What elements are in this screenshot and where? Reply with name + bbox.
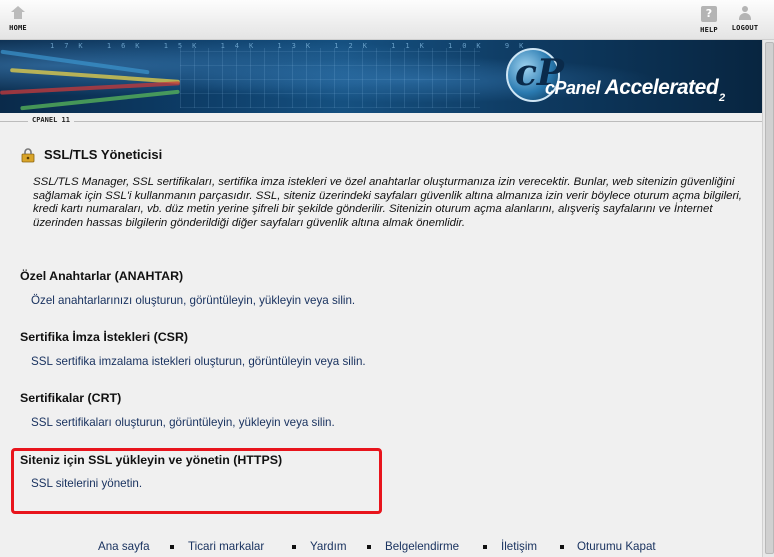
page-title: SSL/TLS Yöneticisi [44, 147, 163, 162]
section-title-private-keys: Özel Anahtarlar (ANAHTAR) [20, 269, 184, 283]
help-label: HELP [700, 26, 718, 34]
cpanel-banner: 17K 16K 15K 14K 13K 12K 11K 10K 9K cP cP… [0, 40, 762, 113]
help-icon: ? [701, 6, 717, 22]
cable-decoration [20, 89, 180, 111]
footer-link-home[interactable]: Ana sayfa [98, 540, 150, 553]
cable-decoration [10, 68, 180, 84]
page-description: SSL/TLS Manager, SSL sertifikaları, sert… [33, 176, 742, 229]
cpanel-logo-version: 2 [719, 92, 726, 104]
cpanel-logo-text: cPanel Accelerated [545, 76, 719, 99]
main-content: SSL/TLS Yöneticisi SSL/TLS Manager, SSL … [0, 128, 762, 538]
section-title-certificates: Sertifikalar (CRT) [20, 391, 122, 405]
version-label: CPANEL 11 [28, 116, 74, 124]
home-label: HOME [9, 24, 27, 32]
home-button[interactable]: HOME [6, 6, 30, 32]
footer-link-documentation[interactable]: Belgelendirme [385, 540, 459, 553]
certificates-link[interactable]: SSL sertifikaları oluşturun, görüntüleyi… [31, 416, 335, 429]
footer-separator [292, 545, 296, 549]
scrollbar-thumb[interactable] [765, 42, 774, 554]
user-icon [738, 6, 752, 20]
version-bar: CPANEL 11 [0, 114, 762, 128]
footer-link-help[interactable]: Yardım [310, 540, 347, 553]
footer-separator [367, 545, 371, 549]
footer-separator [483, 545, 487, 549]
home-icon [11, 6, 25, 20]
section-title-install-ssl: Siteniz için SSL yükleyin ve yönetin (HT… [20, 453, 283, 467]
footer-separator [560, 545, 564, 549]
manage-ssl-sites-link[interactable]: SSL sitelerini yönetin. [31, 477, 142, 490]
logout-button[interactable]: LOGOUT [729, 6, 761, 32]
banner-ticker: 17K 16K 15K 14K 13K 12K 11K 10K 9K [50, 42, 534, 50]
footer-separator [170, 545, 174, 549]
footer-link-logout[interactable]: Oturumu Kapat [577, 540, 656, 553]
footer-nav: Ana sayfa Ticari markalar Yardım Belgele… [0, 538, 762, 557]
top-toolbar: HOME ? HELP LOGOUT [0, 0, 774, 40]
private-keys-link[interactable]: Özel anahtarlarınızı oluşturun, görüntül… [31, 294, 355, 307]
logout-label: LOGOUT [731, 24, 759, 32]
footer-link-trademarks[interactable]: Ticari markalar [188, 540, 264, 553]
section-title-csr: Sertifika İmza İstekleri (CSR) [20, 330, 189, 344]
vertical-scrollbar[interactable] [762, 40, 774, 557]
ssl-lock-icon [21, 148, 35, 163]
help-button[interactable]: ? HELP [699, 6, 719, 34]
csr-link[interactable]: SSL sertifika imzalama istekleri oluştur… [31, 355, 366, 368]
banner-grid-decoration [180, 48, 480, 108]
version-divider [0, 121, 762, 122]
footer-link-contact[interactable]: İletişim [501, 540, 537, 553]
